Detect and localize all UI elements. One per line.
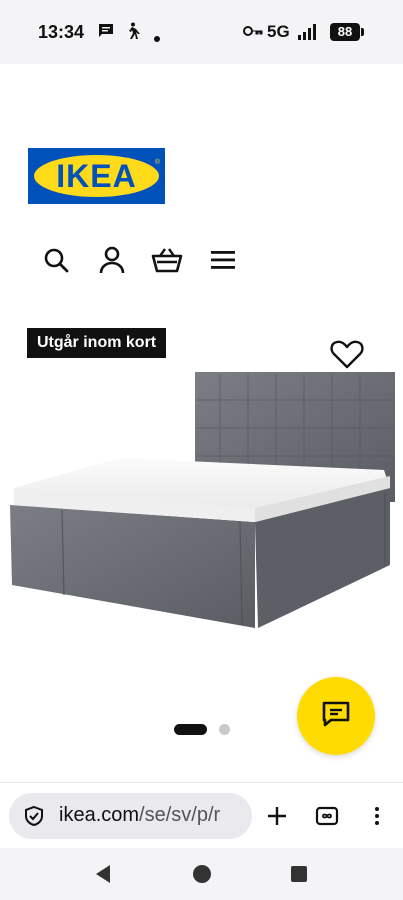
user-icon[interactable] — [96, 244, 128, 276]
carousel-dot[interactable] — [219, 724, 230, 735]
shopping-basket-icon[interactable] — [151, 244, 183, 276]
signal-icon — [298, 24, 320, 45]
system-nav-bar — [0, 848, 403, 900]
more-options-icon[interactable] — [370, 806, 384, 831]
url-path: /se/sv/p/r — [139, 804, 221, 826]
site-info-icon[interactable] — [23, 805, 45, 832]
dot-icon — [154, 29, 160, 47]
tab-switcher-icon[interactable] — [315, 805, 339, 832]
product-image[interactable] — [0, 360, 403, 650]
search-icon[interactable] — [40, 244, 72, 276]
logo-text: IKEA — [56, 158, 137, 194]
network-type: 5G — [267, 22, 290, 41]
walking-icon — [124, 22, 140, 45]
url-text: ikea.com/se/sv/p/r — [59, 804, 220, 827]
address-bar[interactable]: ikea.com/se/sv/p/r — [9, 793, 252, 839]
ikea-logo[interactable]: IKEA ® — [28, 148, 165, 204]
vpn-key-icon — [243, 24, 263, 43]
menu-icon[interactable] — [207, 244, 239, 276]
chat-button[interactable] — [297, 677, 375, 755]
new-tab-icon[interactable] — [265, 804, 289, 833]
favorite-heart-icon[interactable] — [327, 334, 367, 374]
url-host: ikea.com — [59, 804, 140, 826]
battery-indicator: 88 — [330, 23, 364, 41]
back-icon[interactable] — [94, 864, 112, 889]
logo-registered-mark: ® — [154, 159, 160, 166]
status-bar: 13:34 5G 88 — [0, 0, 403, 64]
home-icon[interactable] — [192, 864, 212, 889]
chat-icon — [321, 700, 351, 733]
recents-icon[interactable] — [291, 866, 307, 887]
message-icon — [97, 22, 115, 45]
status-time: 13:34 — [38, 22, 85, 42]
carousel-dot-active[interactable] — [174, 724, 207, 735]
product-status-badge: Utgår inom kort — [27, 328, 167, 358]
